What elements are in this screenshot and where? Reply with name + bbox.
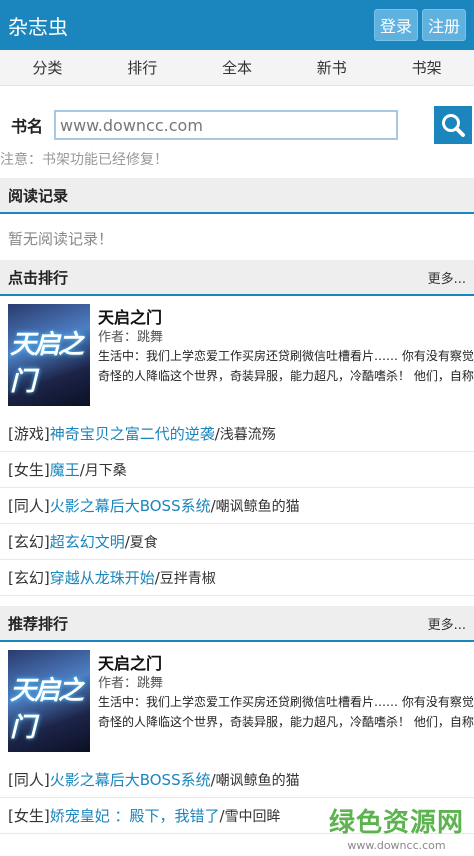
reading-empty-text: 暂无阅读记录！	[8, 230, 114, 248]
section-title: 推荐排行	[8, 614, 69, 633]
list-item[interactable]: [玄幻] 超玄幻文明 / 夏食	[0, 524, 474, 560]
book-author: 作者：跳舞	[98, 676, 164, 691]
list-item[interactable]: [玄幻] 穿越从龙珠开始 / 豆拌青椒	[0, 560, 474, 596]
search-icon	[442, 114, 465, 137]
book-description: 生活中：我们上学恋爱工作买房还贷刷微信吐槽看片…… 你有没有察觉这个世界其实哪里…	[98, 349, 474, 383]
author-name: 浅暮流殇	[219, 426, 276, 443]
cover-title: 天启之门	[10, 676, 84, 743]
login-button[interactable]: 登录	[373, 9, 418, 41]
recommend-rank-header: 推荐排行 更多...	[0, 606, 474, 642]
app-title: 杂志虫	[8, 14, 68, 39]
category-tag: [玄幻]	[8, 533, 50, 551]
author-name: 豆拌青椒	[159, 570, 216, 587]
book-info: 天启之门 作者：跳舞 生活中：我们上学恋爱工作买房还贷刷微信吐槽看片…… 你有没…	[98, 304, 474, 416]
register-button[interactable]: 注册	[421, 9, 466, 41]
list-item[interactable]: [同人] 火影之幕后大BOSS系统 / 嘲讽鲸鱼的猫	[0, 762, 474, 798]
book-link[interactable]: 娇宠皇妃 ：殿下，我错了	[50, 805, 220, 826]
author-name: 嘲讽鲸鱼的猫	[215, 772, 300, 789]
section-title: 阅读记录	[8, 186, 69, 205]
section-title: 点击排行	[8, 268, 69, 287]
book-link[interactable]: 超玄幻文明	[50, 531, 125, 552]
featured-book[interactable]: 天启之门 天启之门 作者：跳舞 生活中：我们上学恋爱工作买房还贷刷微信吐槽看片……	[0, 642, 474, 762]
main-nav: 分类 排行 全本 新书 书架	[0, 50, 474, 86]
list-item[interactable]: [游戏] 神奇宝贝之富二代的逆袭 / 浅暮流殇	[0, 416, 474, 452]
book-title[interactable]: 天启之门	[98, 304, 474, 327]
nav-item-bookshelf[interactable]: 书架	[379, 50, 474, 85]
watermark-url: www.downcc.com	[347, 839, 446, 852]
author-name: 夏食	[129, 534, 158, 551]
category-tag: [游戏]	[8, 425, 50, 443]
featured-book[interactable]: 天启之门 天启之门 作者：跳舞 生活中：我们上学恋爱工作买房还贷刷微信吐槽看片……	[0, 296, 474, 416]
book-info: 天启之门 作者：跳舞 生活中：我们上学恋爱工作买房还贷刷微信吐槽看片…… 你有没…	[98, 650, 474, 762]
top-bar: 杂志虫 登录 注册	[0, 0, 474, 50]
nav-item-rank[interactable]: 排行	[95, 50, 190, 85]
book-link[interactable]: 火影之幕后大BOSS系统	[50, 495, 211, 516]
watermark-logo: 绿色资源网	[328, 808, 464, 838]
book-description: 生活中：我们上学恋爱工作买房还贷刷微信吐槽看片…… 你有没有察觉这个世界其实哪里…	[98, 695, 474, 729]
search-bar: 书名	[0, 106, 474, 144]
nav-item-complete[interactable]: 全本	[190, 50, 285, 85]
author-name: 雪中回眸	[224, 808, 281, 825]
book-cover[interactable]: 天启之门	[8, 650, 90, 752]
book-author: 作者：跳舞	[98, 330, 164, 345]
nav-item-category[interactable]: 分类	[0, 50, 95, 85]
book-link[interactable]: 神奇宝贝之富二代的逆袭	[50, 423, 215, 444]
nav-item-new[interactable]: 新书	[284, 50, 379, 85]
click-rank-header: 点击排行 更多...	[0, 260, 474, 296]
list-item[interactable]: [同人] 火影之幕后大BOSS系统 / 嘲讽鲸鱼的猫	[0, 488, 474, 524]
category-tag: [女生]	[8, 461, 50, 479]
category-tag: [玄幻]	[8, 569, 50, 587]
book-link[interactable]: 火影之幕后大BOSS系统	[50, 769, 211, 790]
click-rank-list: [游戏] 神奇宝贝之富二代的逆袭 / 浅暮流殇 [女生] 魔王 / 月下桑 [同人] 火影之幕…	[0, 416, 474, 596]
author-name: 月下桑	[84, 462, 127, 479]
more-link[interactable]: 更多...	[428, 268, 466, 287]
book-cover[interactable]: 天启之门	[8, 304, 90, 406]
category-tag: [同人]	[8, 497, 50, 515]
more-link[interactable]: 更多...	[428, 614, 466, 633]
book-link[interactable]: 魔王	[50, 459, 80, 480]
category-tag: [同人]	[8, 771, 50, 789]
search-button[interactable]	[434, 106, 472, 144]
list-item[interactable]: [女生] 魔王 / 月下桑	[0, 452, 474, 488]
author-name: 嘲讽鲸鱼的猫	[215, 498, 300, 515]
cover-title: 天启之门	[10, 330, 84, 397]
reading-history-header: 阅读记录	[0, 178, 474, 214]
search-label: 书名	[10, 117, 43, 136]
book-link[interactable]: 穿越从龙珠开始	[50, 567, 155, 588]
notice-text: 注意：书架功能已经修复！	[0, 152, 168, 168]
search-input[interactable]	[54, 110, 398, 140]
book-title[interactable]: 天启之门	[98, 650, 474, 673]
category-tag: [女生]	[8, 807, 50, 825]
watermark: 绿色资源网 www.downcc.com	[329, 802, 464, 852]
